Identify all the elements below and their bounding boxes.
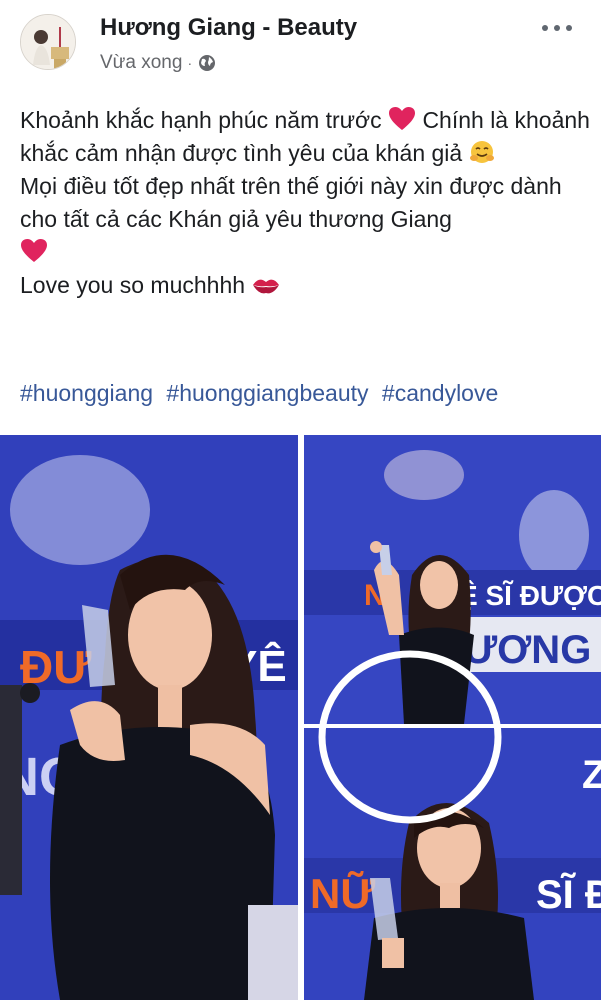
photo-right-top-scene: N Ệ SĨ ĐƯỢC ƯƠNG G 2020 [304,435,601,724]
more-options-icon[interactable] [535,16,579,40]
author-name[interactable]: Hương Giang - Beauty [100,14,357,42]
avatar[interactable] [20,14,76,70]
photo-grid: ĐƯ YÊ NG N Ệ SĨ ĐƯỢC ƯƠNG G 2020 [0,435,601,1000]
meta-separator: · [187,55,193,71]
hashtag-link[interactable]: #candylove [382,380,498,406]
red-heart-emoji-icon [21,239,47,262]
hashtag-link[interactable]: #huonggiangbeauty [166,380,368,406]
post-line-1: Khoảnh khắc hạnh phúc năm trước [20,107,382,133]
stage-text: SĨ Đ [536,871,601,917]
hashtag-list: #huonggiang #huonggiangbeauty #candylove [20,380,505,407]
stage-text: Ệ SĨ ĐƯỢC [459,580,601,611]
stage-text: Z [582,753,601,797]
red-heart-emoji-icon [389,107,416,130]
kiss-mark-emoji-icon [253,279,280,294]
hugging-face-emoji-icon [469,141,494,163]
stage-text: NỮ [310,869,375,917]
photo-left-scene: ĐƯ YÊ NG [0,435,298,1000]
photo-right-bottom-scene: NỮ SĨ Đ Z [304,728,601,1000]
post-line-4: Love you so muchhhh [20,272,246,298]
avatar-image [21,15,75,69]
post-line-3: Mọi điều tốt đẹp nhất trên thế giới này … [20,173,562,232]
stage-text: ƯƠNG G [464,628,601,672]
globe-icon[interactable] [198,54,216,72]
post-body: Khoảnh khắc hạnh phúc năm trước Chính là… [20,104,590,302]
post-timestamp[interactable]: Vừa xong [100,52,182,74]
photo-left[interactable]: ĐƯ YÊ NG [0,435,298,1000]
post-meta: Vừa xong · [100,52,216,74]
hashtag-link[interactable]: #huonggiang [20,380,153,406]
photo-right-bottom[interactable]: NỮ SĨ Đ Z [304,728,601,1000]
post-header: Hương Giang - Beauty Vừa xong · [0,0,601,90]
photo-right-top[interactable]: N Ệ SĨ ĐƯỢC ƯƠNG G 2020 [304,435,601,724]
